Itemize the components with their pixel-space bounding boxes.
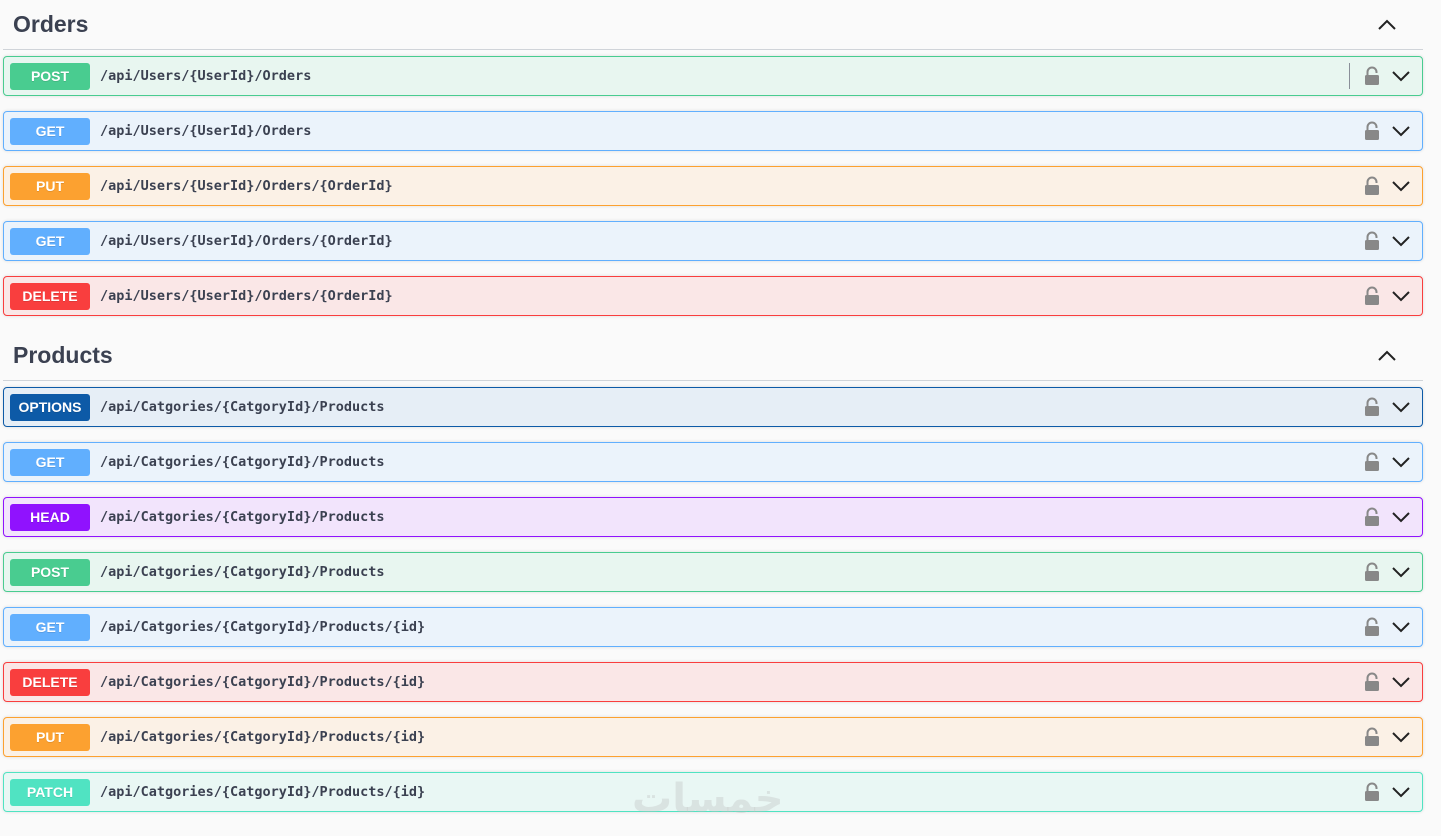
lock-icon[interactable] <box>1362 670 1382 694</box>
lock-icon[interactable] <box>1362 450 1382 474</box>
method-badge: PUT <box>10 723 90 751</box>
operation-controls <box>1362 553 1414 591</box>
method-badge: DELETE <box>10 282 90 310</box>
chevron-down-icon[interactable] <box>1388 229 1414 253</box>
operation-controls <box>1362 498 1414 536</box>
operation-post-products[interactable]: POST /api/Catgories/{CatgoryId}/Products <box>3 552 1423 592</box>
operation-path: /api/Catgories/{CatgoryId}/Products <box>100 564 385 580</box>
chevron-down-icon[interactable] <box>1388 284 1414 308</box>
operation-path: /api/Catgories/{CatgoryId}/Products <box>100 454 385 470</box>
operation-controls <box>1362 608 1414 646</box>
operation-get-order[interactable]: GET /api/Users/{UserId}/Orders/{OrderId} <box>3 221 1423 261</box>
operation-delete-order[interactable]: DELETE /api/Users/{UserId}/Orders/{Order… <box>3 276 1423 316</box>
method-badge: PATCH <box>10 778 90 806</box>
divider <box>1349 63 1350 89</box>
operation-get-products[interactable]: GET /api/Catgories/{CatgoryId}/Products <box>3 442 1423 482</box>
operation-path: /api/Users/{UserId}/Orders <box>100 123 312 139</box>
operation-path: /api/Catgories/{CatgoryId}/Products/{id} <box>100 784 426 800</box>
operation-controls <box>1362 277 1414 315</box>
operation-path: /api/Catgories/{CatgoryId}/Products/{id} <box>100 619 426 635</box>
method-badge: HEAD <box>10 503 90 531</box>
operation-controls <box>1362 718 1414 756</box>
lock-icon[interactable] <box>1362 615 1382 639</box>
method-badge: POST <box>10 62 90 90</box>
lock-icon[interactable] <box>1362 780 1382 804</box>
chevron-down-icon[interactable] <box>1388 780 1414 804</box>
method-badge: GET <box>10 448 90 476</box>
operation-options-products[interactable]: OPTIONS /api/Catgories/{CatgoryId}/Produ… <box>3 387 1423 427</box>
chevron-down-icon[interactable] <box>1388 64 1414 88</box>
operation-path: /api/Users/{UserId}/Orders/{OrderId} <box>100 288 393 304</box>
swagger-page: Orders POST /api/Users/{UserId}/Orders G… <box>0 0 1441 836</box>
operation-controls <box>1362 222 1414 260</box>
operation-get-orders[interactable]: GET /api/Users/{UserId}/Orders <box>3 111 1423 151</box>
lock-icon[interactable] <box>1362 725 1382 749</box>
lock-icon[interactable] <box>1362 560 1382 584</box>
operation-path: /api/Users/{UserId}/Orders/{OrderId} <box>100 233 393 249</box>
operation-path: /api/Catgories/{CatgoryId}/Products/{id} <box>100 674 426 690</box>
chevron-down-icon[interactable] <box>1388 670 1414 694</box>
lock-icon[interactable] <box>1362 229 1382 253</box>
operation-delete-product[interactable]: DELETE /api/Catgories/{CatgoryId}/Produc… <box>3 662 1423 702</box>
method-badge: GET <box>10 613 90 641</box>
section-header-orders[interactable]: Orders <box>3 0 1423 50</box>
chevron-down-icon[interactable] <box>1388 174 1414 198</box>
chevron-up-icon <box>1378 19 1396 30</box>
method-badge: DELETE <box>10 668 90 696</box>
chevron-down-icon[interactable] <box>1388 450 1414 474</box>
lock-icon[interactable] <box>1362 284 1382 308</box>
lock-icon[interactable] <box>1362 174 1382 198</box>
chevron-down-icon[interactable] <box>1388 505 1414 529</box>
operation-controls <box>1349 57 1414 95</box>
section-title-orders[interactable]: Orders <box>13 11 88 38</box>
chevron-up-icon <box>1378 350 1396 361</box>
operation-put-product[interactable]: PUT /api/Catgories/{CatgoryId}/Products/… <box>3 717 1423 757</box>
operation-controls <box>1362 167 1414 205</box>
lock-icon[interactable] <box>1362 395 1382 419</box>
method-badge: PUT <box>10 172 90 200</box>
operation-head-products[interactable]: HEAD /api/Catgories/{CatgoryId}/Products <box>3 497 1423 537</box>
operation-put-order[interactable]: PUT /api/Users/{UserId}/Orders/{OrderId} <box>3 166 1423 206</box>
lock-icon[interactable] <box>1362 64 1382 88</box>
operation-patch-product[interactable]: PATCH /api/Catgories/{CatgoryId}/Product… <box>3 772 1423 812</box>
chevron-down-icon[interactable] <box>1388 615 1414 639</box>
chevron-down-icon[interactable] <box>1388 119 1414 143</box>
section-title-products[interactable]: Products <box>13 342 113 369</box>
method-badge: OPTIONS <box>10 393 90 421</box>
method-badge: POST <box>10 558 90 586</box>
chevron-down-icon[interactable] <box>1388 560 1414 584</box>
operation-path: /api/Catgories/{CatgoryId}/Products <box>100 509 385 525</box>
operation-controls <box>1362 112 1414 150</box>
lock-icon[interactable] <box>1362 505 1382 529</box>
operation-path: /api/Catgories/{CatgoryId}/Products/{id} <box>100 729 426 745</box>
method-badge: GET <box>10 117 90 145</box>
operation-controls <box>1362 388 1414 426</box>
chevron-down-icon[interactable] <box>1388 725 1414 749</box>
operation-path: /api/Catgories/{CatgoryId}/Products <box>100 399 385 415</box>
operation-get-product[interactable]: GET /api/Catgories/{CatgoryId}/Products/… <box>3 607 1423 647</box>
operation-controls <box>1362 443 1414 481</box>
collapse-orders-button[interactable] <box>1369 7 1405 43</box>
operation-post-orders[interactable]: POST /api/Users/{UserId}/Orders <box>3 56 1423 96</box>
operation-path: /api/Users/{UserId}/Orders/{OrderId} <box>100 178 393 194</box>
method-badge: GET <box>10 227 90 255</box>
operation-path: /api/Users/{UserId}/Orders <box>100 68 312 84</box>
lock-icon[interactable] <box>1362 119 1382 143</box>
operation-controls <box>1362 773 1414 811</box>
operation-controls <box>1362 663 1414 701</box>
section-header-products[interactable]: Products <box>3 331 1423 381</box>
collapse-products-button[interactable] <box>1369 338 1405 374</box>
chevron-down-icon[interactable] <box>1388 395 1414 419</box>
